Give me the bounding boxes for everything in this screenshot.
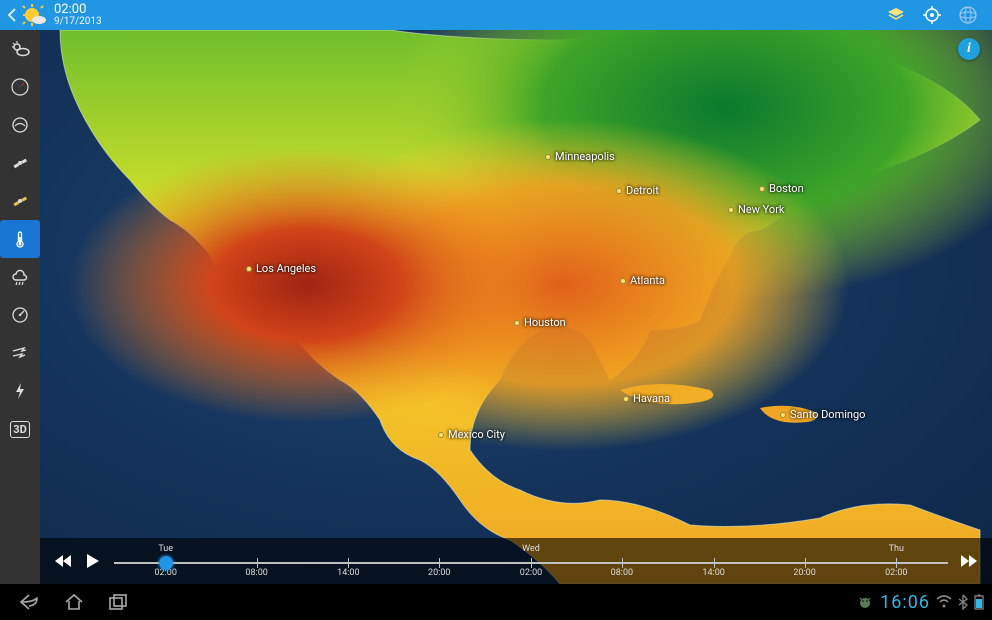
sidebar-lightning-icon[interactable] [0, 372, 40, 410]
city-label: Havana [623, 392, 670, 405]
city-label: Houston [514, 316, 566, 329]
system-status-area[interactable]: 16:06 [856, 592, 984, 613]
system-back-icon[interactable] [8, 584, 52, 620]
timeline-tick-label: 02:00 [520, 568, 542, 578]
timeline-tick-label: 08:00 [245, 568, 267, 578]
timeline-tick [531, 558, 532, 568]
timeline-tick [439, 558, 440, 568]
city-label: Mexico City [438, 428, 505, 441]
bluetooth-icon [958, 594, 968, 610]
timeline-tick [257, 558, 258, 568]
info-button[interactable]: i [958, 38, 980, 60]
header-date: 9/17/2013 [54, 17, 102, 27]
timeline-tick [896, 558, 897, 568]
locate-icon[interactable] [914, 0, 950, 30]
city-dot-icon [438, 432, 444, 438]
sidebar-3d-icon[interactable]: 3D [0, 410, 40, 448]
timeline-rewind-button[interactable] [48, 538, 78, 584]
city-name: New York [738, 203, 785, 216]
city-dot-icon [545, 154, 551, 160]
city-dot-icon [759, 186, 765, 192]
timeline-forward-button[interactable] [954, 538, 984, 584]
city-dot-icon [620, 278, 626, 284]
layers-icon[interactable] [878, 0, 914, 30]
city-dot-icon [616, 188, 622, 194]
city-label: Boston [759, 182, 804, 195]
city-name: Boston [769, 182, 804, 195]
sidebar-temperature-icon[interactable] [0, 220, 40, 258]
city-dot-icon [514, 320, 520, 326]
sidebar-radar-icon[interactable] [0, 68, 40, 106]
app-header: 02:00 9/17/2013 [0, 0, 992, 30]
timeline-tick-label: 20:00 [428, 568, 450, 578]
system-navigation-bar: 16:06 [0, 584, 992, 620]
system-recents-icon[interactable] [96, 584, 140, 620]
city-name: Mexico City [448, 428, 505, 441]
sidebar-weather-icon[interactable] [0, 30, 40, 68]
city-dot-icon [728, 207, 734, 213]
landmass-temperature-layer [40, 30, 992, 584]
sidebar-wind-icon[interactable] [0, 334, 40, 372]
timeline-track[interactable]: 02:00 08:00 14:00 20:00 02:00 08:00 14:00 20:00… [114, 538, 948, 584]
timeline-tick-label: 20:00 [793, 568, 815, 578]
timeline-day-label: Thu [889, 544, 904, 554]
header-datetime[interactable]: 02:00 9/17/2013 [48, 3, 102, 27]
timeline-day-label: Tue [158, 544, 173, 554]
layer-sidebar: 3D [0, 30, 40, 584]
map-viewport[interactable]: Minneapolis Detroit Boston New York Los Ange… [40, 30, 992, 584]
header-time: 02:00 [54, 3, 102, 16]
sidebar-cloud-icon[interactable] [0, 258, 40, 296]
timeline-tick-label: 14:00 [702, 568, 724, 578]
globe-icon[interactable] [950, 0, 986, 30]
city-dot-icon [246, 266, 252, 272]
sidebar-satellite-ir-icon[interactable] [0, 144, 40, 182]
system-clock: 16:06 [880, 592, 930, 613]
android-debug-icon [856, 594, 874, 610]
timeline-bar: 02:00 08:00 14:00 20:00 02:00 08:00 14:00 20:00… [40, 538, 992, 584]
city-label: Detroit [616, 184, 659, 197]
city-label: New York [728, 203, 785, 216]
city-name: Houston [524, 316, 566, 329]
sidebar-satellite-vis-icon[interactable] [0, 182, 40, 220]
back-chevron-icon[interactable] [6, 0, 18, 30]
timeline-day-label: Wed [522, 544, 540, 554]
city-name: Minneapolis [555, 150, 615, 163]
info-icon: i [967, 41, 971, 57]
system-home-icon[interactable] [52, 584, 96, 620]
timeline-tick [348, 558, 349, 568]
timeline-handle[interactable] [159, 556, 173, 570]
city-label: Santo Domingo [780, 408, 865, 421]
app-logo-sun-icon[interactable] [20, 1, 48, 29]
timeline-tick-label: 02:00 [885, 568, 907, 578]
city-name: Atlanta [630, 274, 665, 287]
city-name: Santo Domingo [790, 408, 865, 421]
sidebar-precip-icon[interactable] [0, 106, 40, 144]
city-dot-icon [623, 396, 629, 402]
city-label: Los Angeles [246, 262, 316, 275]
timeline-play-button[interactable] [78, 538, 108, 584]
timeline-tick [805, 558, 806, 568]
sidebar-pressure-icon[interactable] [0, 296, 40, 334]
wifi-icon [936, 595, 952, 609]
timeline-tick [714, 558, 715, 568]
city-label: Atlanta [620, 274, 665, 287]
timeline-tick [622, 558, 623, 568]
city-name: Havana [633, 392, 670, 405]
city-dot-icon [780, 412, 786, 418]
battery-icon [974, 594, 984, 610]
city-label: Minneapolis [545, 150, 615, 163]
timeline-tick-label: 14:00 [337, 568, 359, 578]
city-name: Detroit [626, 184, 659, 197]
timeline-tick-label: 08:00 [611, 568, 633, 578]
city-name: Los Angeles [256, 262, 316, 275]
